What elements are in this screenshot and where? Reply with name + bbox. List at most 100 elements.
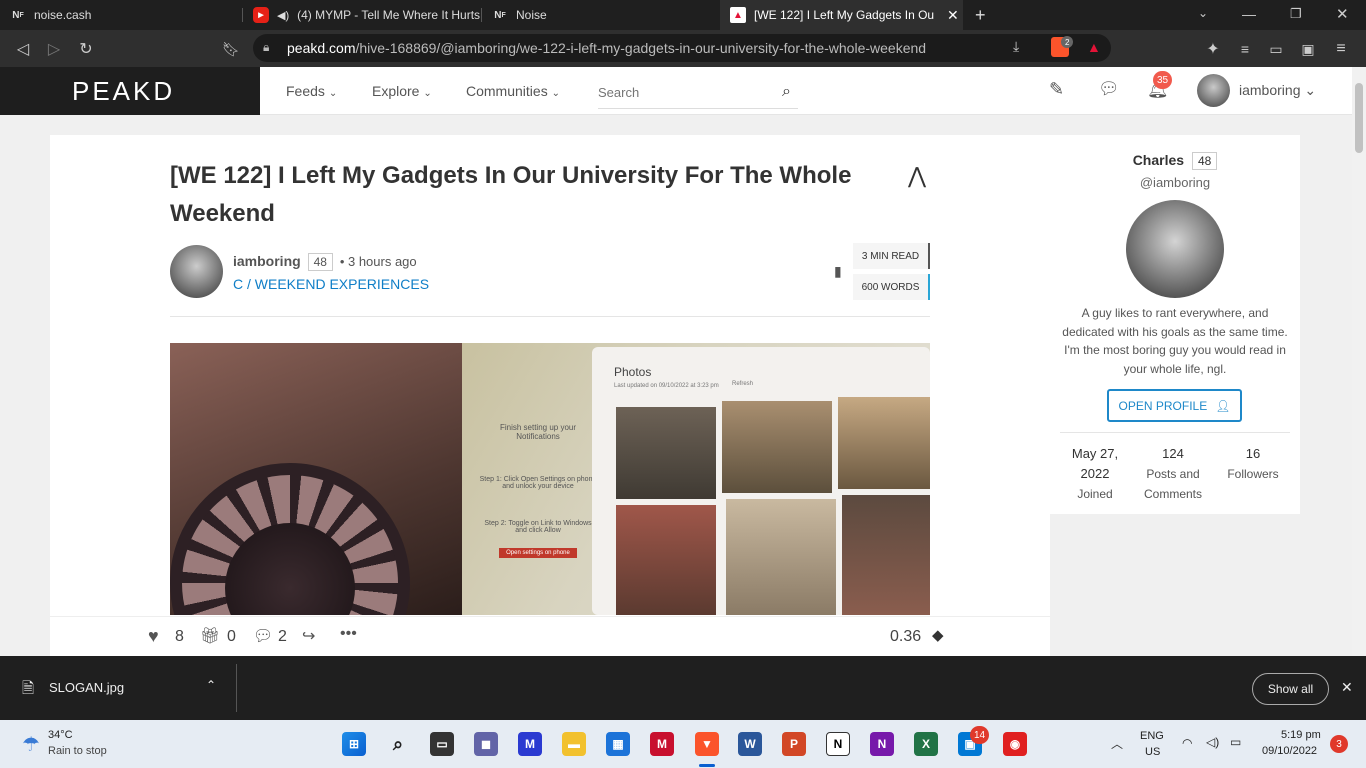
- mcafee-icon[interactable]: M: [650, 732, 674, 756]
- excel-icon[interactable]: X: [914, 732, 938, 756]
- scrollbar-thumb[interactable]: [1355, 83, 1363, 153]
- screen-recorder-icon[interactable]: ◉: [1003, 732, 1027, 756]
- url-bar[interactable]: 🔒︎ peakd.com/hive-168869/@iamboring/we-1…: [253, 34, 1111, 62]
- chevron-up-icon[interactable]: ⌃: [206, 678, 216, 692]
- noise-cash-icon: NF: [12, 9, 24, 21]
- close-downloads-icon[interactable]: ✕: [1341, 679, 1353, 696]
- notification-center-badge[interactable]: 3: [1330, 735, 1348, 753]
- peakd-logo[interactable]: PEAKD: [0, 67, 260, 115]
- new-tab-icon[interactable]: +: [975, 5, 986, 26]
- noise-cash-icon: NF: [494, 9, 506, 21]
- clock-time[interactable]: 5:19 pm: [1281, 729, 1321, 741]
- store-icon[interactable]: ▦: [606, 732, 630, 756]
- region[interactable]: US: [1145, 746, 1160, 758]
- language[interactable]: ENG: [1140, 730, 1164, 742]
- powerpoint-icon[interactable]: P: [782, 732, 806, 756]
- open-profile-button[interactable]: OPEN PROFILE 👤︎: [1107, 389, 1242, 422]
- audio-icon[interactable]: ◀): [277, 9, 289, 22]
- wifi-icon[interactable]: ◠: [1182, 736, 1192, 750]
- lock-icon: 🔒︎: [263, 40, 270, 54]
- tab-youtube[interactable]: ▶ ◀) (4) MYMP - Tell Me Where It Hurts: [243, 0, 480, 30]
- downloads-bar: 🗎︎ SLOGAN.jpg ⌃ Show all ✕: [0, 656, 1366, 720]
- close-tab-icon[interactable]: ✕: [947, 7, 959, 24]
- comment-icon[interactable]: 💬︎: [253, 626, 273, 646]
- menu-explore[interactable]: Explore ⌄: [372, 83, 432, 99]
- forward-icon[interactable]: ▷: [43, 38, 65, 60]
- chevron-up-icon[interactable]: ︿: [1111, 735, 1123, 752]
- username-menu[interactable]: iamboring ⌄: [1239, 82, 1316, 99]
- tab-title: [WE 122] I Left My Gadgets In Ou: [754, 8, 935, 22]
- url-domain: peakd.com: [287, 40, 356, 56]
- volume-icon[interactable]: ◁): [1206, 735, 1219, 749]
- back-icon[interactable]: ◁: [12, 38, 34, 60]
- post-image[interactable]: Finish setting up your Notifications Ste…: [170, 343, 930, 615]
- media-app-icon[interactable]: M: [518, 732, 542, 756]
- author-avatar[interactable]: [170, 245, 223, 298]
- menu-communities[interactable]: Communities ⌄: [466, 83, 560, 99]
- author-name[interactable]: iamboring: [233, 253, 301, 269]
- gift-icon[interactable]: 🎁︎: [200, 626, 220, 646]
- search-icon[interactable]: ⌕: [782, 83, 791, 101]
- menu-icon[interactable]: ≡: [1330, 38, 1352, 60]
- clock-date[interactable]: 09/10/2022: [1262, 745, 1317, 757]
- reload-icon[interactable]: ↻: [75, 38, 97, 60]
- avatar[interactable]: [1197, 74, 1230, 107]
- task-view-icon[interactable]: ▭: [430, 732, 454, 756]
- menu-feeds[interactable]: Feeds ⌄: [286, 83, 337, 99]
- brave-taskbar-icon[interactable]: ▼: [695, 732, 719, 756]
- tab-noise-cash[interactable]: NF noise.cash: [0, 0, 240, 30]
- chat-teams-icon[interactable]: ◼: [474, 732, 498, 756]
- chat-icon[interactable]: 💬︎: [1098, 79, 1120, 99]
- word-icon[interactable]: W: [738, 732, 762, 756]
- download-icon[interactable]: ⤓: [1013, 38, 1019, 55]
- bookmark-post-icon[interactable]: ▮: [834, 263, 842, 280]
- tab-title: (4) MYMP - Tell Me Where It Hurts: [297, 8, 480, 22]
- windows-taskbar: ☂︎ 34°C Rain to stop ⊞ ⌕ ▭ ◼ M ▬ ▦ M ▼ W…: [0, 720, 1366, 768]
- tab-noise[interactable]: NF Noise: [482, 0, 720, 30]
- menu-label: Communities: [466, 83, 548, 99]
- share-icon[interactable]: ↪: [302, 626, 315, 646]
- download-filename[interactable]: SLOGAN.jpg: [49, 680, 124, 695]
- chevron-down-icon: ⌄: [328, 88, 338, 99]
- onenote-icon[interactable]: N: [870, 732, 894, 756]
- search-input[interactable]: [598, 77, 768, 107]
- heart-icon[interactable]: ♥: [148, 626, 159, 647]
- notion-icon[interactable]: N: [826, 732, 850, 756]
- file-explorer-icon[interactable]: ▬: [562, 732, 586, 756]
- rain-icon[interactable]: ☂︎: [22, 732, 40, 757]
- restore-icon[interactable]: ❐: [1290, 6, 1302, 22]
- payout-value[interactable]: 0.36: [890, 628, 921, 646]
- brave-rewards-icon[interactable]: ▲: [1087, 39, 1101, 55]
- comment-count: 2: [278, 628, 287, 645]
- extensions-icon[interactable]: ✦: [1202, 38, 1224, 60]
- gift-count: 0: [227, 628, 236, 645]
- profile-name: Charles: [1132, 152, 1185, 168]
- community-link[interactable]: C / WEEKEND EXPERIENCES: [233, 276, 429, 292]
- tab-search-icon[interactable]: ⌄: [1198, 6, 1208, 20]
- weather-desc: Rain to stop: [48, 745, 107, 757]
- chevron-down-icon: ⌄: [423, 88, 432, 99]
- like-count: 8: [175, 628, 184, 645]
- tab-peakd-active[interactable]: ▲ [WE 122] I Left My Gadgets In Ou ✕: [720, 0, 963, 30]
- upvote-icon[interactable]: ⋀: [908, 163, 926, 189]
- show-all-button[interactable]: Show all: [1252, 673, 1329, 705]
- sidebar-icon[interactable]: ▭: [1265, 38, 1287, 60]
- search-taskbar-icon[interactable]: ⌕: [386, 732, 410, 756]
- profile-avatar[interactable]: [1126, 200, 1224, 298]
- minimize-icon[interactable]: —: [1242, 6, 1256, 22]
- battery-icon[interactable]: ▭: [1230, 735, 1241, 749]
- wallet-icon[interactable]: ▣: [1297, 38, 1319, 60]
- url-path: /hive-168869/@iamboring/we-122-i-left-my…: [355, 40, 927, 56]
- start-icon[interactable]: ⊞: [342, 732, 366, 756]
- stat-followers: 16 Followers: [1218, 444, 1288, 484]
- page-scrollbar[interactable]: [1352, 67, 1366, 656]
- more-icon[interactable]: •••: [340, 625, 357, 643]
- open-profile-label: OPEN PROFILE: [1118, 398, 1208, 413]
- playlist-icon[interactable]: ≡: [1234, 38, 1256, 60]
- pencil-icon[interactable]: ✎: [1049, 79, 1064, 100]
- read-time: 3 MIN READ: [853, 243, 930, 269]
- bookmark-icon[interactable]: 🔖︎: [220, 38, 242, 60]
- user-icon: 👤︎: [1215, 398, 1231, 413]
- close-window-icon[interactable]: ✕: [1336, 5, 1349, 23]
- profile-name-line: Charles 48: [1050, 152, 1300, 170]
